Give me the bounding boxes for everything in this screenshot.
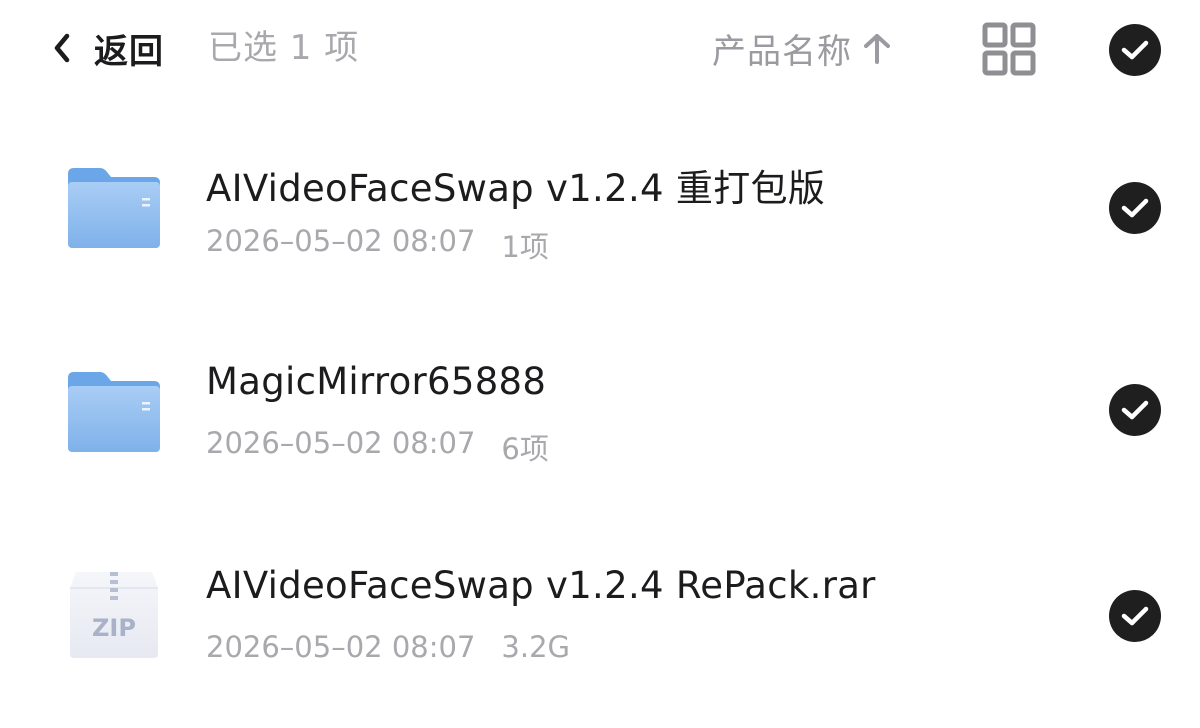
file-checkbox[interactable]: [1109, 182, 1161, 234]
check-icon: [1121, 606, 1149, 626]
folder-icon: [66, 164, 162, 260]
back-button[interactable]: 返回: [50, 20, 164, 76]
file-size: 6项: [501, 432, 549, 466]
back-label: 返回: [94, 31, 164, 72]
sort-label: 产品名称: [712, 31, 852, 72]
file-meta: 2026–05–02 08:07 6项: [206, 426, 549, 468]
file-row[interactable]: MagicMirror65888 2026–05–02 08:07 6项: [0, 330, 1200, 500]
file-size: 3.2G: [501, 630, 570, 664]
file-meta: 2026–05–02 08:07 1项: [206, 224, 549, 266]
file-checkbox[interactable]: [1109, 384, 1161, 436]
file-meta: 2026–05–02 08:07 3.2G: [206, 630, 570, 664]
arrow-up-icon: [862, 31, 892, 65]
file-name: MagicMirror65888: [206, 360, 547, 403]
file-date: 2026–05–02 08:07: [206, 630, 476, 664]
file-size: 1项: [501, 230, 549, 264]
file-row[interactable]: AIVideoFaceSwap v1.2.4 重打包版 2026–05–02 0…: [0, 128, 1200, 298]
top-bar: 返回 已选 1 项 产品名称: [0, 0, 1200, 98]
sort-button[interactable]: 产品名称: [712, 24, 892, 72]
file-date: 2026–05–02 08:07: [206, 224, 476, 258]
zip-file-icon: ZIP: [66, 566, 162, 662]
selected-count: 已选 1 项: [208, 28, 360, 68]
check-icon: [1121, 400, 1149, 420]
check-icon: [1121, 198, 1149, 218]
file-row[interactable]: ZIP AIVideoFaceSwap v1.2.4 RePack.rar 20…: [0, 534, 1200, 704]
file-name: AIVideoFaceSwap v1.2.4 重打包版: [206, 167, 826, 210]
folder-icon: [66, 368, 162, 464]
file-checkbox[interactable]: [1109, 590, 1161, 642]
select-all-checkbox[interactable]: [1109, 24, 1161, 76]
zip-icon-label: ZIP: [92, 614, 136, 642]
check-icon: [1121, 40, 1149, 60]
file-date: 2026–05–02 08:07: [206, 426, 476, 460]
chevron-left-icon: [50, 30, 74, 66]
grid-view-icon[interactable]: [982, 22, 1036, 76]
file-name: AIVideoFaceSwap v1.2.4 RePack.rar: [206, 564, 876, 607]
